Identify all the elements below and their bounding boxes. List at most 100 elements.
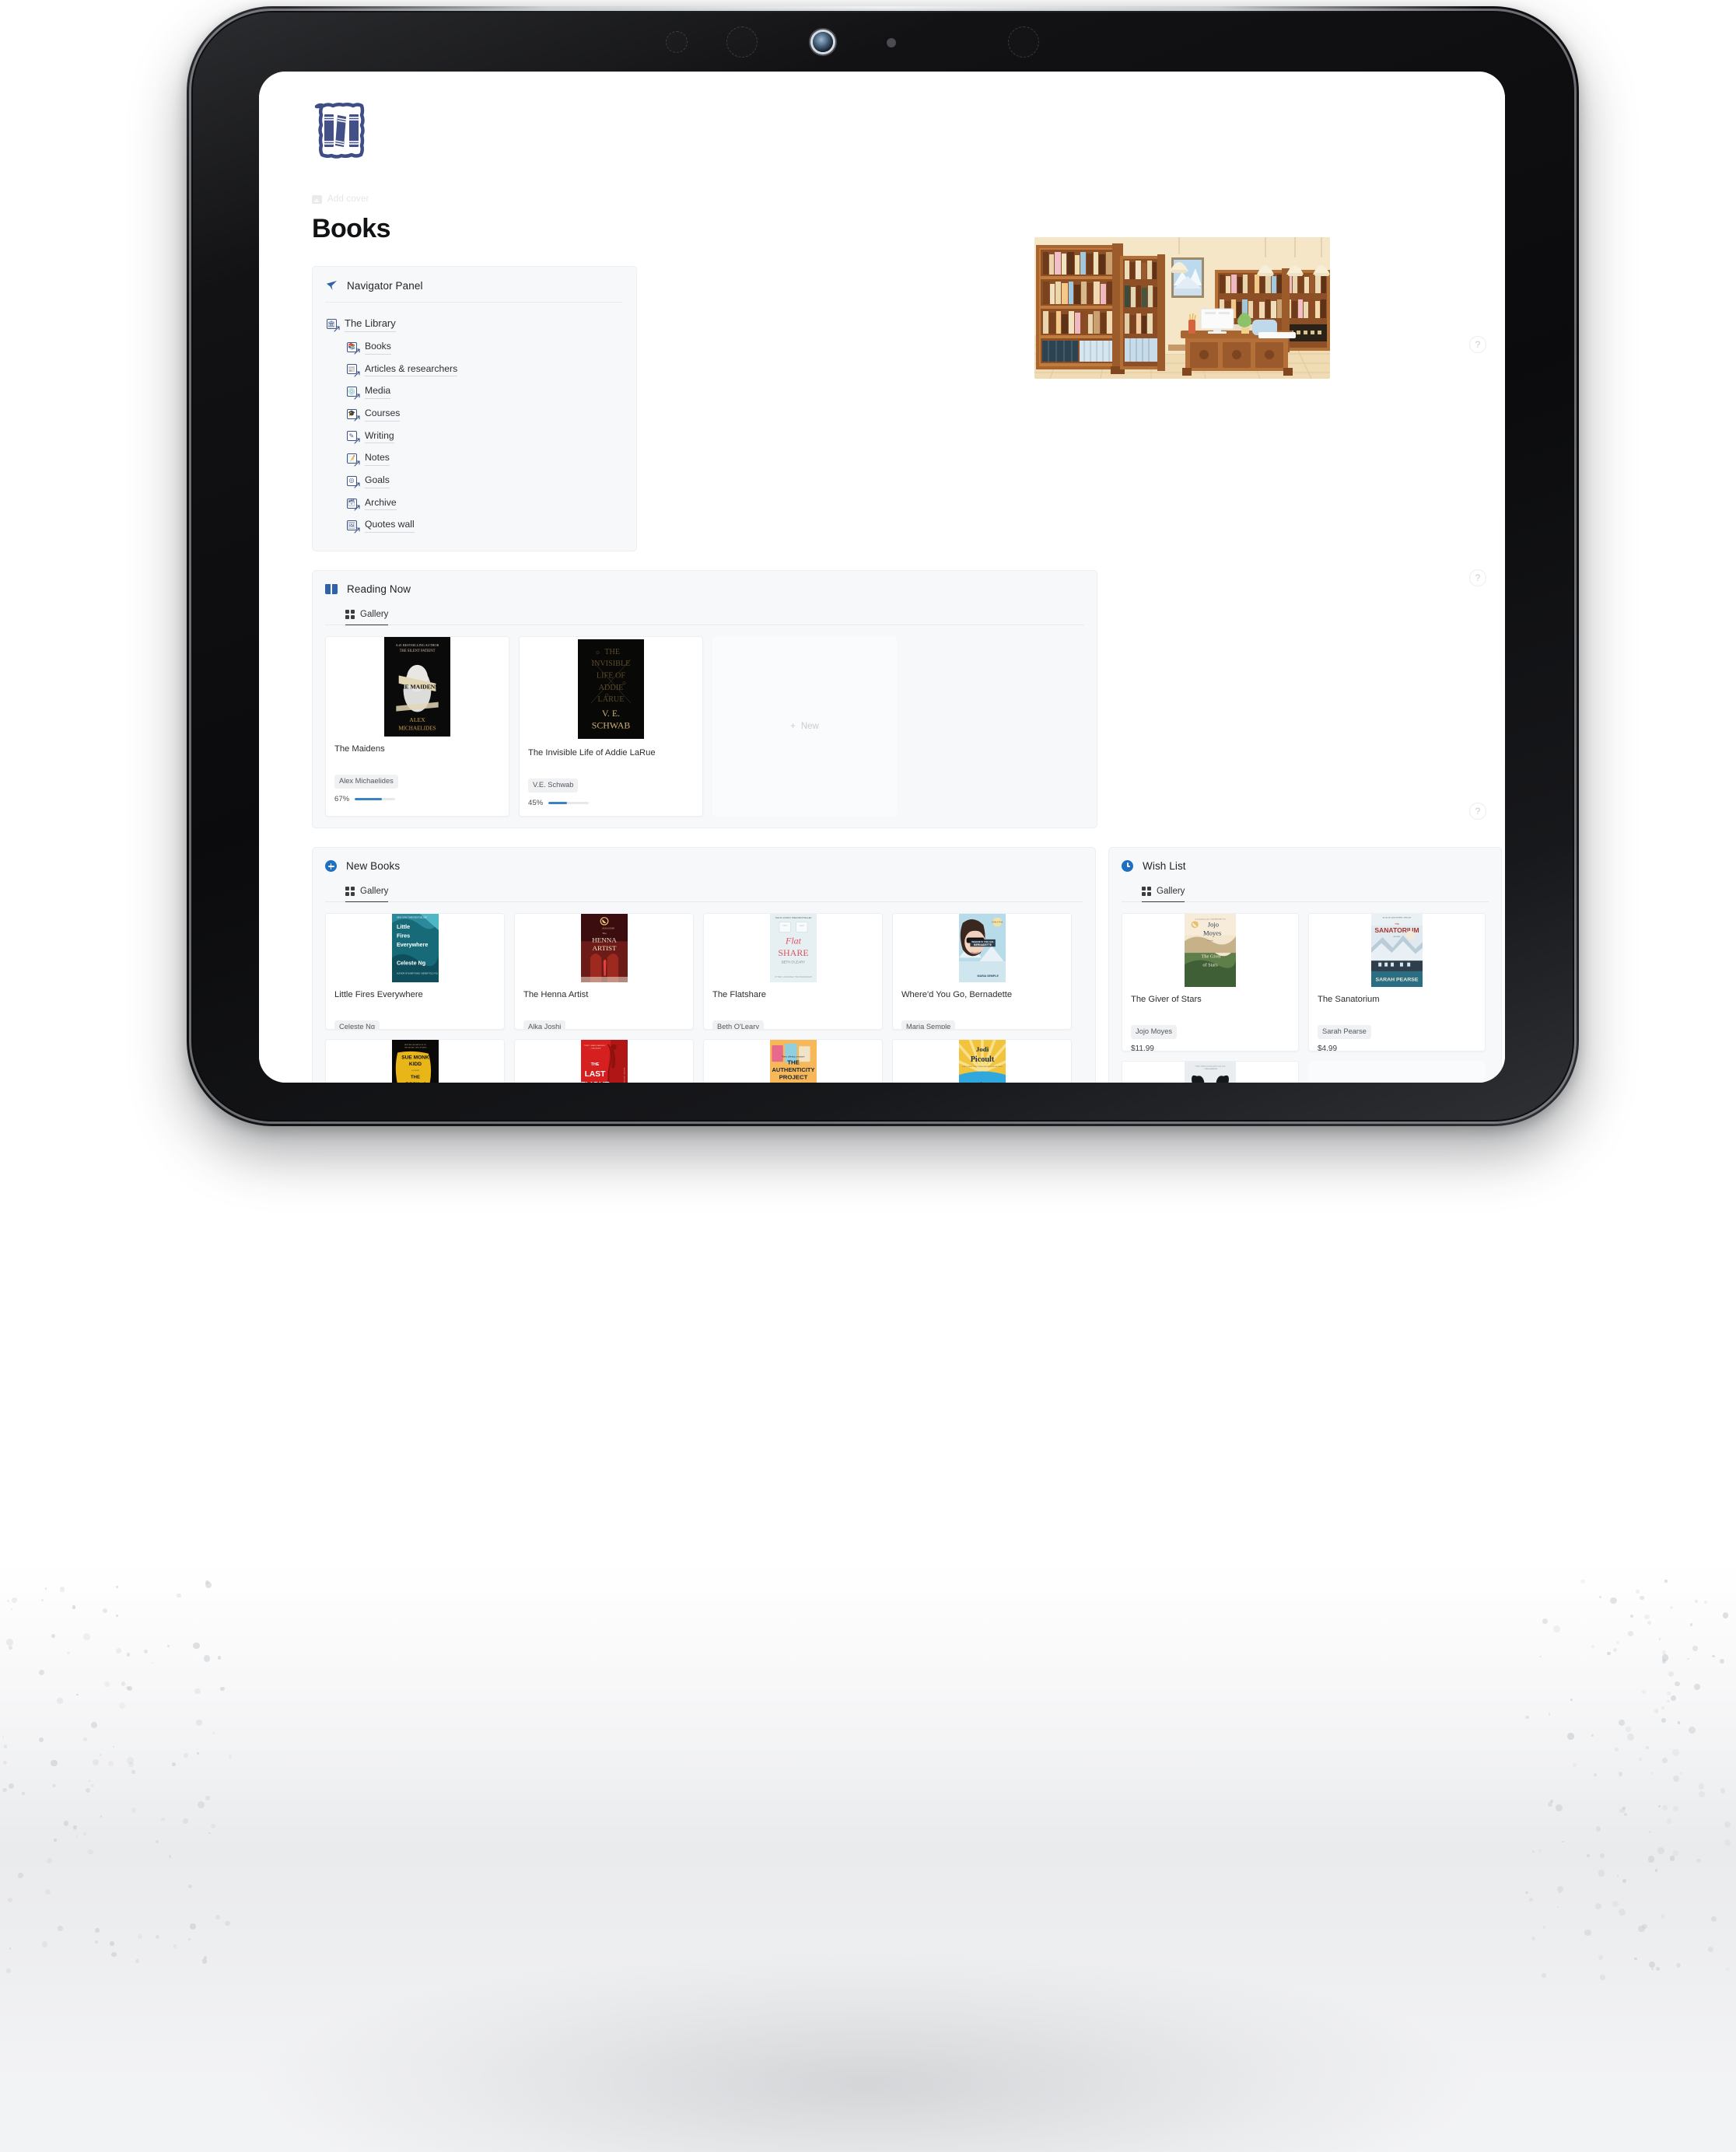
reading-progress: 67% xyxy=(334,795,500,803)
nav-item-goals[interactable]: ◎ Goals xyxy=(325,470,622,492)
floor-texture-speck xyxy=(88,1849,93,1854)
tab-gallery-wish-list[interactable]: Gallery xyxy=(1142,887,1185,902)
floor-texture-speck xyxy=(47,1858,52,1863)
nav-item-archive[interactable]: 🗃 Archive xyxy=(325,492,622,515)
nav-item-media[interactable]: 💿 Media xyxy=(325,380,622,403)
book-card[interactable]: Jojo Moyes a novel The Giver of Stars #1 best… xyxy=(1122,913,1299,1052)
floor-texture-speck xyxy=(1607,1652,1610,1655)
floor-texture-speck xyxy=(1567,1733,1574,1740)
floor-texture-speck xyxy=(1670,1856,1675,1860)
book-cover-image: "TWISTY, SMART, MASTERLY." — LISA UNGER TH… xyxy=(515,1040,693,1083)
floor-texture-speck xyxy=(1594,1773,1597,1776)
new-item-button[interactable]: +New xyxy=(1308,1061,1486,1083)
floor-texture-speck xyxy=(1724,1839,1731,1846)
help-icon-1[interactable]: ? xyxy=(1469,336,1486,353)
nav-item-quotes-wall[interactable]: 🖼 Quotes wall xyxy=(325,514,622,537)
tab-gallery-reading-now[interactable]: Gallery xyxy=(345,610,388,625)
floor-texture-speck xyxy=(1622,1879,1626,1883)
nav-item-courses[interactable]: 🎓 Courses xyxy=(325,403,622,425)
nav-item-label: Books xyxy=(365,340,391,355)
svg-text:THE SILENT PATIENT: THE SILENT PATIENT xyxy=(400,649,436,653)
book-author-tag: V.E. Schwab xyxy=(528,779,578,793)
navigator-header: Navigator Panel xyxy=(325,279,622,303)
book-cover-image: BESTSELLING AUTHOR OF THE SECRET LIFE OF … xyxy=(326,1040,504,1083)
classical-building-icon: 🏛 xyxy=(325,318,338,331)
nav-item-label: Quotes wall xyxy=(365,518,415,533)
book-price: $4.99 xyxy=(1318,1045,1476,1052)
floor-texture-speck xyxy=(1672,1749,1678,1755)
nav-item-label: Writing xyxy=(365,429,394,444)
book-card[interactable]: 'Tender, volatile and impossible to look… xyxy=(1122,1061,1299,1083)
floor-texture-speck xyxy=(67,1652,70,1655)
floor-texture-speck xyxy=(156,1935,159,1939)
floor-texture-speck xyxy=(83,1737,87,1741)
navigator-title: Navigator Panel xyxy=(347,280,423,292)
floor-texture-speck xyxy=(193,1643,199,1649)
floor-texture-speck xyxy=(1539,1656,1541,1657)
floor-texture-speck xyxy=(9,1646,12,1650)
book-card[interactable]: ALKA JOSHI The HENNA ARTIST The Henna Artist… xyxy=(514,913,694,1030)
floor-texture-speck xyxy=(1529,1898,1532,1901)
svg-text:LARUE: LARUE xyxy=(598,695,625,704)
book-card[interactable]: Jodi Picoult THE #1 NEW YORK TIMES BESTSEL… xyxy=(892,1039,1072,1083)
new-books-section: New Books Gallery NEW YORK TIMES BESTSEL… xyxy=(312,847,1096,1083)
book-card[interactable]: NEW YORK TIMES BESTSELLER Little Fires Ever… xyxy=(325,913,505,1030)
floor-texture-speck xyxy=(100,1815,103,1818)
nav-item-books[interactable]: 📚 Books xyxy=(325,336,622,359)
nav-item-the-library[interactable]: 🏛 The Library xyxy=(325,313,622,336)
nav-item-notes[interactable]: 📝 Notes xyxy=(325,447,622,470)
help-icon-2[interactable]: ? xyxy=(1469,569,1486,586)
nav-item-articles-researchers[interactable]: 📰 Articles & researchers xyxy=(325,359,622,381)
svg-text:BERNADETTE: BERNADETTE xyxy=(974,943,992,947)
floor-texture-speck xyxy=(1642,1690,1646,1694)
svg-text:NEW YORK TIMES BESTSELLER: NEW YORK TIMES BESTSELLER xyxy=(397,916,427,919)
svg-text:Moyes: Moyes xyxy=(1203,930,1221,937)
svg-text:AUTHOR OF EVERYTHING I NEVER T: AUTHOR OF EVERYTHING I NEVER TOLD YOU xyxy=(397,972,438,975)
new-item-button[interactable]: +New xyxy=(712,636,897,817)
book-card[interactable]: "TWISTY, SMART, MASTERLY." — LISA UNGER TH… xyxy=(514,1039,694,1083)
book-title: The Sanatorium xyxy=(1318,994,1476,1006)
notion-page: Add cover Books Navigator Panel 🏛 The Lib… xyxy=(259,72,1505,1083)
wish-list-section: Wish List Gallery Jojo Moyes a novel The Gi… xyxy=(1108,847,1502,1083)
svg-text:Fires: Fires xyxy=(397,933,410,940)
svg-text:THE: THE xyxy=(1395,922,1399,926)
tab-label: Gallery xyxy=(360,887,388,896)
book-card[interactable]: 'A CHILLING, ATMOSPHERIC THRILLER' THE SAN… xyxy=(1308,913,1486,1052)
book-card[interactable]: BESTSELLING AUTHOR OF THE SECRET LIFE OF … xyxy=(325,1039,505,1083)
svg-text:of Stars: of Stars xyxy=(1202,963,1218,968)
book-card[interactable]: 'Warm, affirming, a treasure' THE AUTHENTI… xyxy=(703,1039,883,1083)
floor-texture-speck xyxy=(1532,1850,1535,1853)
floor-texture-speck xyxy=(1662,1758,1668,1763)
page-icon-books[interactable] xyxy=(312,101,371,160)
help-icon-3[interactable]: ? xyxy=(1469,803,1486,820)
floor-texture-speck xyxy=(1724,1821,1731,1828)
nav-item-writing[interactable]: ✎ Writing xyxy=(325,425,622,448)
book-card[interactable]: NOW A FILM WHERE'D YOU GO, BERNADETTE MARIA… xyxy=(892,913,1072,1030)
svg-text:MICHAELIDES: MICHAELIDES xyxy=(398,725,436,731)
framed-picture-icon: 🖼 xyxy=(345,520,358,532)
floor-texture-speck xyxy=(1587,1854,1590,1857)
floor-texture-speck xyxy=(202,1958,207,1963)
floor-texture-speck xyxy=(127,1757,134,1764)
add-cover-button[interactable]: Add cover xyxy=(312,194,1502,204)
svg-text:ALEX: ALEX xyxy=(409,716,425,723)
svg-text:SARAH PEARSE: SARAH PEARSE xyxy=(1375,978,1419,983)
svg-text:ARTIST: ARTIST xyxy=(592,944,617,952)
progress-percent: 67% xyxy=(334,795,349,803)
svg-text:TIFFY: TIFFY xyxy=(782,926,788,927)
floor-texture-speck xyxy=(1644,1615,1649,1619)
floor-texture-speck xyxy=(54,1839,57,1842)
book-card[interactable]: THE #1 SUNDAY TIMES BESTSELLER TIFFY LEON F… xyxy=(703,913,883,1030)
book-card[interactable]: THE INVISIBLE LIFE OF ADDIE LARUE V. E. SCHWAB… xyxy=(519,636,703,817)
svg-text:— PAULA HAWKINS: — PAULA HAWKINS xyxy=(1203,1068,1218,1070)
floor-texture-speck xyxy=(198,1801,205,1808)
tab-gallery-new-books[interactable]: Gallery xyxy=(345,887,388,902)
svg-text:Everywhere: Everywhere xyxy=(397,942,428,948)
svg-text:A NOVEL · A NOVEL: A NOVEL · A NOVEL xyxy=(623,1068,625,1083)
svg-text:Jodi: Jodi xyxy=(975,1045,989,1053)
floor-backdrop xyxy=(0,1540,1736,2152)
floor-texture-speck xyxy=(188,1884,192,1888)
page-title[interactable]: Books xyxy=(312,214,1502,244)
book-card[interactable]: A #1 BESTSELLING AUTHOR THE SILENT PATIEN… xyxy=(325,636,509,817)
book-cover-image: 'Tender, volatile and impossible to look… xyxy=(1122,1062,1298,1083)
